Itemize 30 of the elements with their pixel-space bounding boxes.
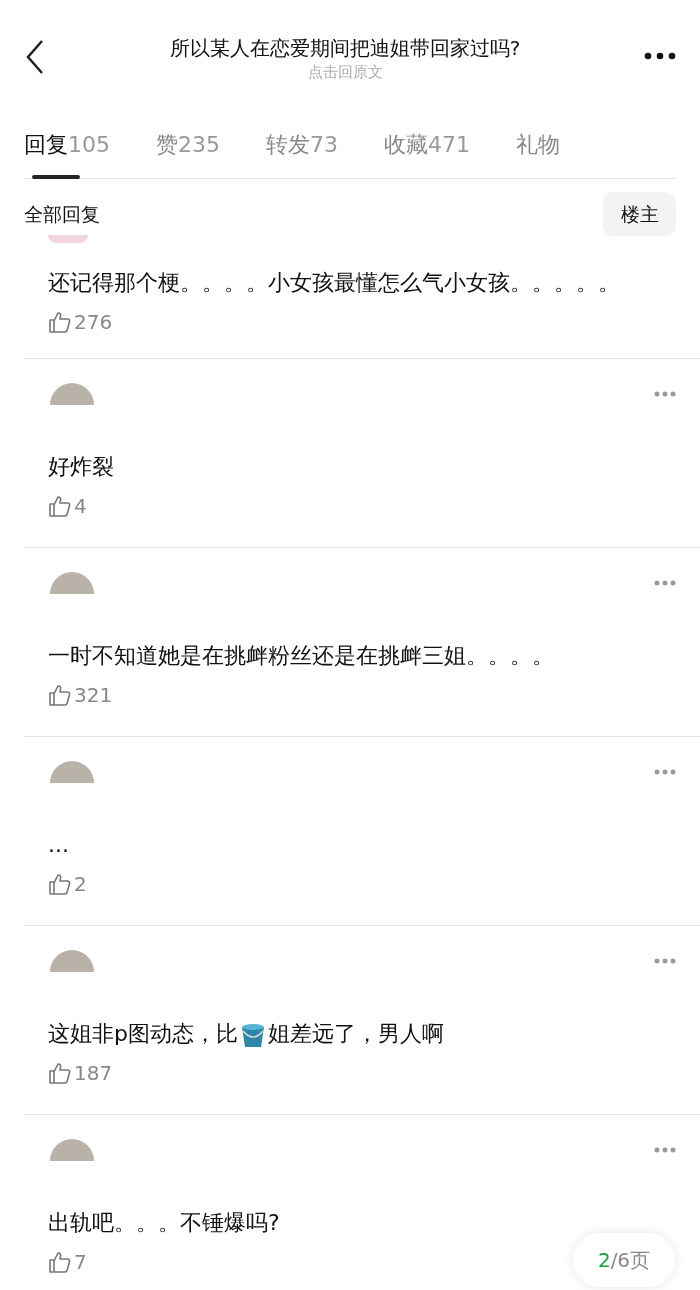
like-count: 7 [74, 1249, 87, 1276]
thumbs-up-icon[interactable] [48, 310, 72, 334]
thumbs-up-icon[interactable] [48, 1250, 72, 1274]
more-icon[interactable] [644, 52, 676, 60]
thumbs-up-icon[interactable] [48, 872, 72, 896]
thumbs-up-icon[interactable] [48, 683, 72, 707]
comment-text: ... [48, 831, 70, 859]
tab[interactable]: 转发73 [266, 128, 338, 179]
comment-text: 还记得那个梗。。。。小女孩最懂怎么气小女孩。。。。。 [48, 269, 621, 297]
tab[interactable]: 赞235 [156, 128, 220, 179]
tab[interactable]: 回复105 [24, 128, 110, 179]
op-filter-button[interactable]: 楼主 [603, 192, 676, 236]
like-count: 321 [74, 682, 113, 709]
tab[interactable]: 收藏471 [384, 128, 470, 179]
post-title: 所以某人在恋爱期间把迪姐带回家过吗? [169, 35, 521, 62]
comment-text: 好炸裂 [48, 453, 115, 481]
view-original-link[interactable]: 点击回原文 [307, 62, 383, 82]
like-count: 187 [74, 1060, 113, 1087]
thumbs-up-icon[interactable] [48, 494, 72, 518]
back-icon[interactable] [24, 39, 46, 75]
comment-text: 一时不知道她是在挑衅粉丝还是在挑衅三姐。。。。 [48, 642, 555, 670]
all-replies-label: 全部回复 [24, 201, 100, 227]
tab[interactable]: 礼物 [516, 128, 560, 179]
comment-text: 出轨吧。。。不锤爆吗? [48, 1209, 281, 1237]
like-count: 4 [74, 493, 87, 520]
page-indicator[interactable]: 2/6页 [573, 1233, 675, 1287]
like-count: 276 [74, 309, 113, 336]
thumbs-up-icon[interactable] [48, 1061, 72, 1085]
comment-text: 这姐非p图动态，比 姐差远了，男人啊 [48, 1016, 676, 1052]
like-count: 2 [74, 871, 87, 898]
